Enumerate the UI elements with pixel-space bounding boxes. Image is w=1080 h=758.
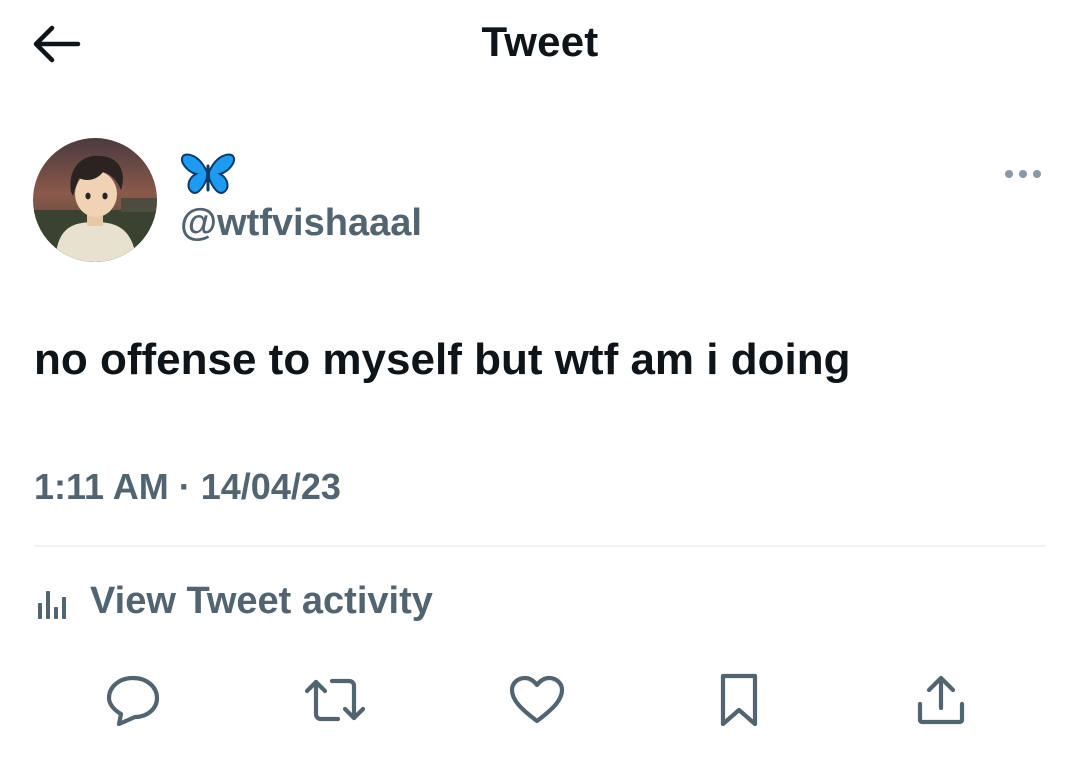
tweet-time: 1:11 AM	[34, 466, 169, 507]
like-icon	[509, 675, 565, 725]
tweet-date: 14/04/23	[200, 466, 341, 507]
analytics-icon	[36, 581, 70, 621]
bookmark-button[interactable]	[709, 670, 769, 730]
reply-button[interactable]	[103, 670, 163, 730]
view-tweet-activity-link[interactable]: View Tweet activity	[36, 576, 433, 626]
tweet-text: no offense to myself but wtf am i doing	[34, 335, 851, 384]
view-tweet-activity-label: View Tweet activity	[90, 579, 433, 622]
meta-separator: ·	[178, 466, 191, 507]
avatar[interactable]	[33, 138, 157, 262]
author-handle[interactable]: @wtfvishaaal	[180, 202, 422, 245]
share-icon	[915, 674, 967, 726]
like-button[interactable]	[507, 670, 567, 730]
share-button[interactable]	[911, 670, 971, 730]
page-title: Tweet	[481, 18, 599, 65]
divider	[34, 545, 1046, 547]
tweet-timestamp[interactable]: 1:11 AM · 14/04/23	[34, 466, 341, 508]
tweet-detail-page: Tweet @wtfvishaaal no offense to myself …	[0, 0, 1080, 758]
more-dots-icon	[1003, 168, 1043, 180]
bookmark-icon	[717, 672, 761, 728]
reply-icon	[105, 674, 161, 726]
butterfly-icon	[180, 150, 236, 198]
retweet-button[interactable]	[304, 670, 366, 730]
retweet-icon	[304, 674, 366, 726]
more-options-button[interactable]	[1000, 160, 1046, 188]
